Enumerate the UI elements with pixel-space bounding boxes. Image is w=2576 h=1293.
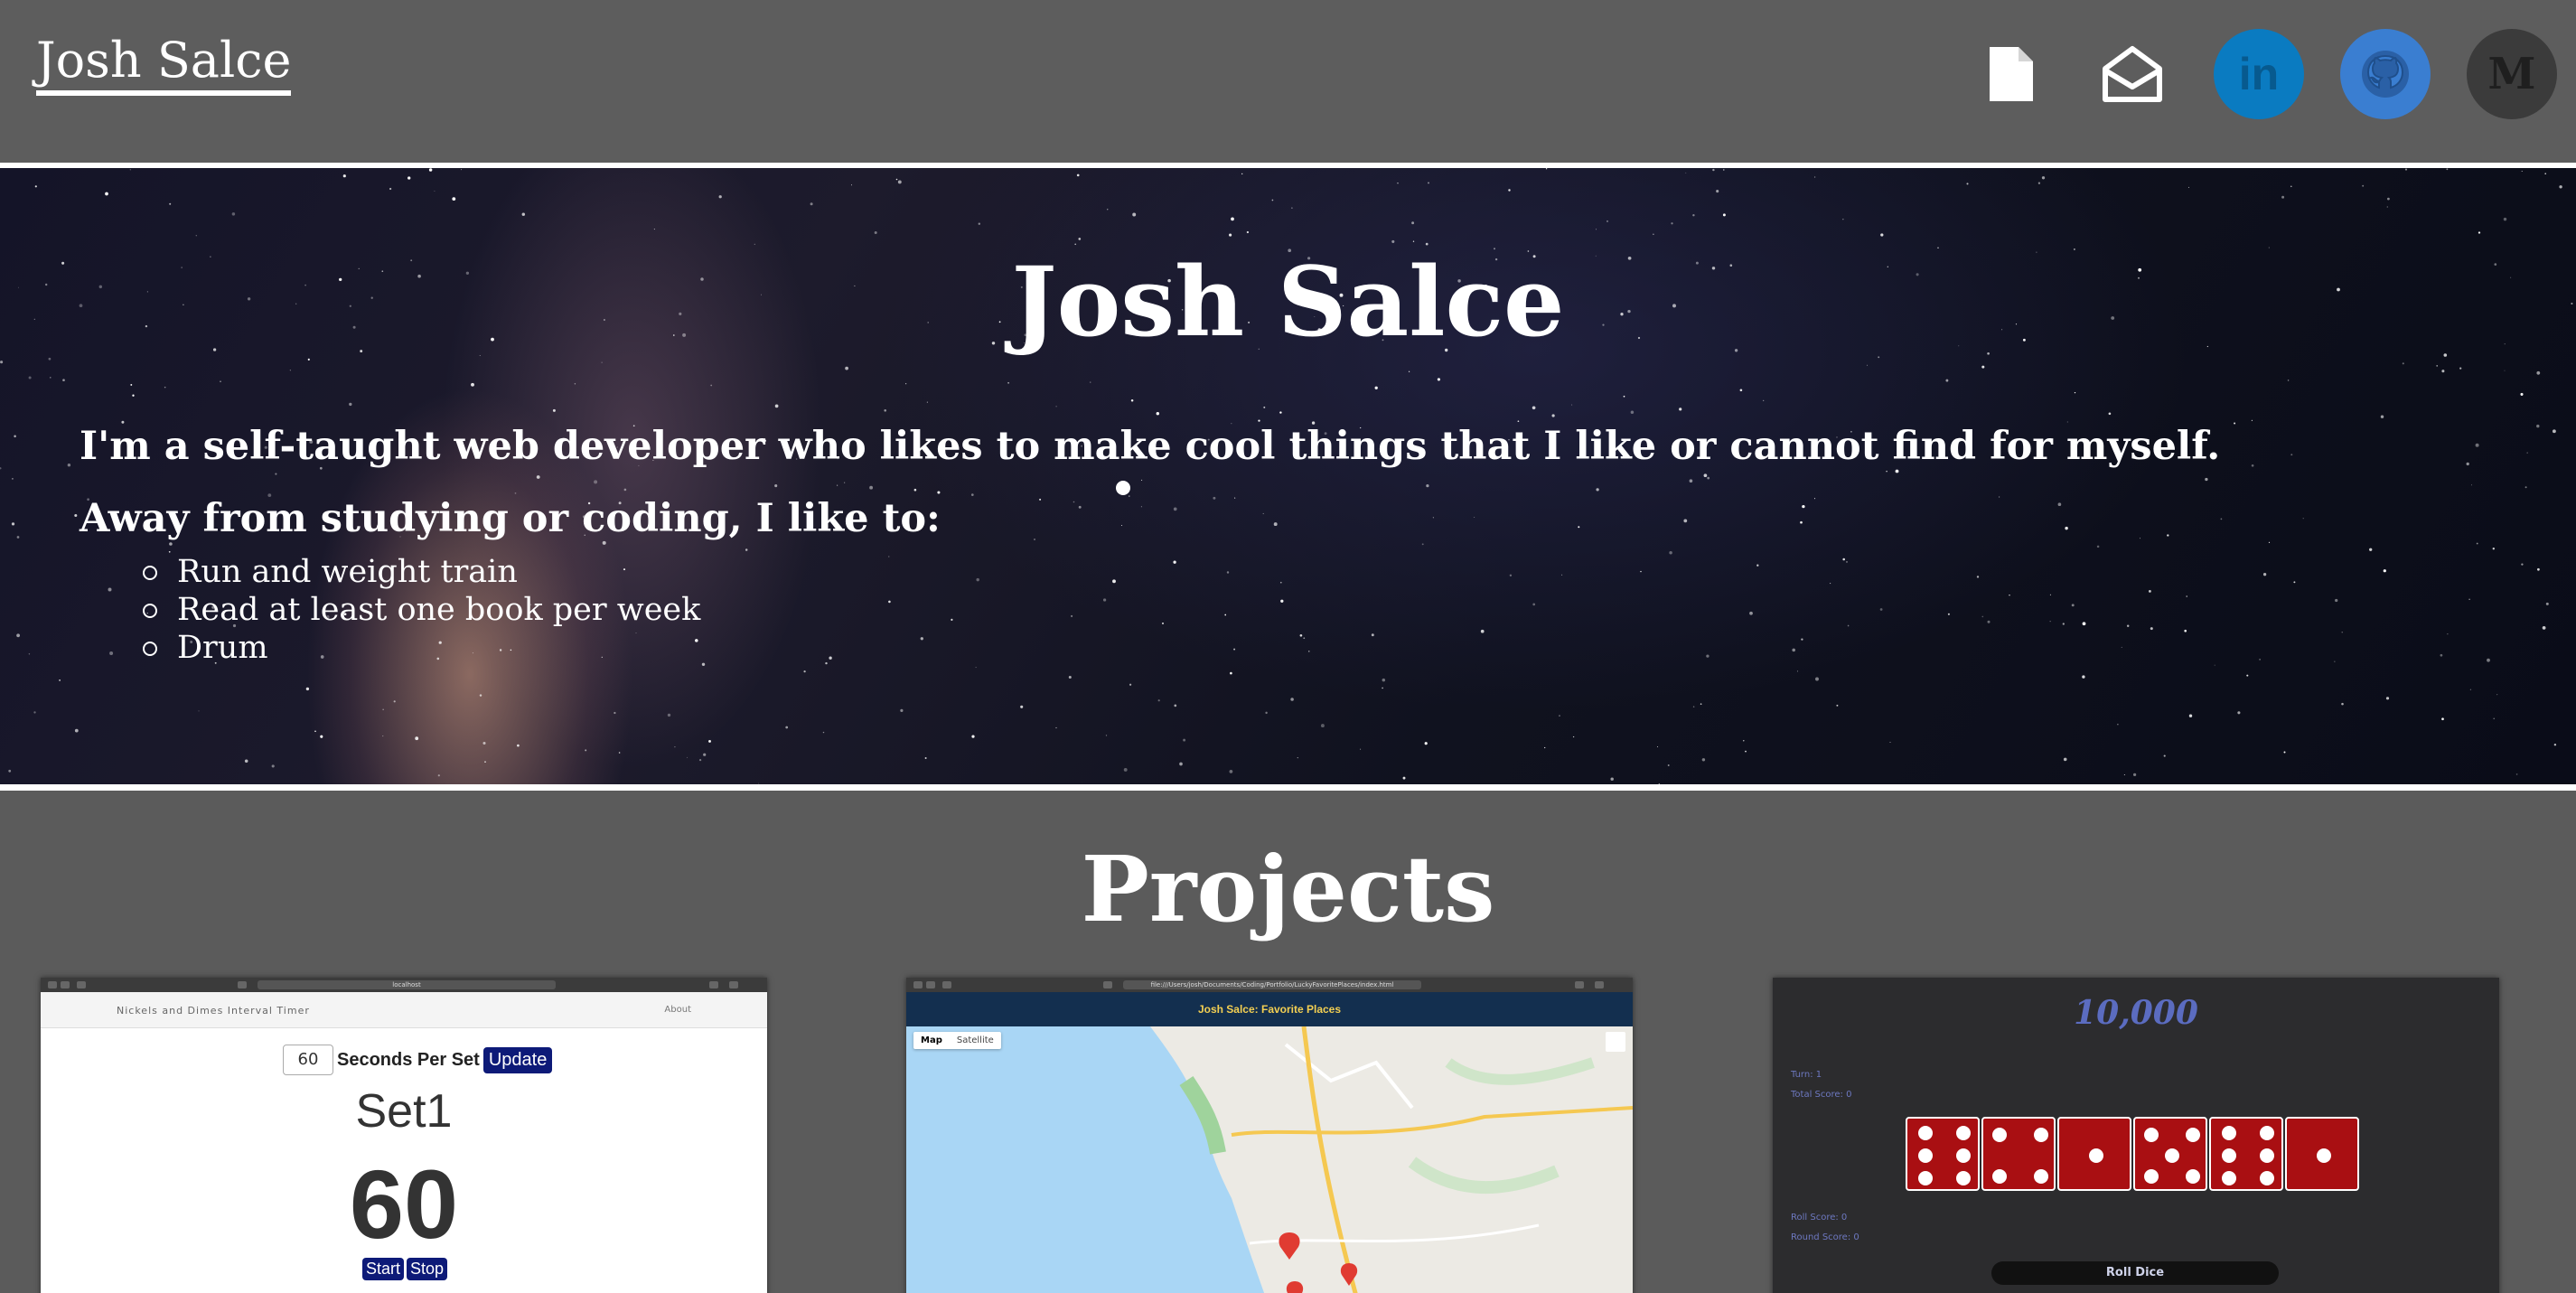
round-score-label: Round Score: 0 [1791, 1232, 1859, 1242]
timer-about-link: About [664, 1005, 691, 1015]
start-button: Start [362, 1258, 405, 1280]
hobby-item: Read at least one book per week [142, 592, 701, 628]
resume-icon[interactable] [1966, 29, 2056, 119]
map-type-toggle: Map Satellite [913, 1032, 1001, 1049]
hero-title: Josh Salce [1011, 245, 1565, 358]
medium-label: M [2487, 49, 2536, 99]
brand-link[interactable]: Josh Salce [36, 33, 292, 96]
fullscreen-icon [1606, 1032, 1625, 1052]
die-5 [2133, 1117, 2207, 1191]
seconds-label: Seconds Per Set [337, 1049, 480, 1070]
hobby-item: Run and weight train [142, 553, 700, 591]
project-card-timer[interactable]: localhost Nickels and Dimes Interval Tim… [41, 978, 767, 1293]
map-type-map: Map [921, 1035, 942, 1045]
linkedin-icon[interactable]: in [2214, 29, 2304, 119]
email-icon[interactable] [2087, 29, 2178, 119]
die-6 [2209, 1117, 2283, 1191]
dice-game-title: 10,000 [2074, 994, 2198, 1032]
project-card-map[interactable]: file:///Users/josh/Documents/Coding/Port… [906, 978, 1633, 1293]
timer-navbar: Nickels and Dimes Interval Timer About [41, 992, 767, 1028]
linkedin-label: in [2238, 49, 2280, 99]
hobby-item: Drum [142, 629, 700, 667]
set-label: Set1 [355, 1085, 453, 1138]
timer-controls: Start Stop [362, 1258, 448, 1280]
browser-toolbar: localhost [41, 978, 767, 992]
browser-url: file:///Users/josh/Documents/Coding/Port… [1123, 980, 1421, 989]
map-view: Map Satellite [906, 1026, 1633, 1293]
timer-settings-row: 60 Seconds Per Set Update [283, 1045, 553, 1075]
browser-url: localhost [258, 980, 556, 989]
hero-intro: I'm a self-taught web developer who like… [80, 424, 2221, 469]
github-icon[interactable] [2340, 29, 2431, 119]
hero-border: Josh Salce I'm a self-taught web develop… [0, 163, 2576, 791]
die-1 [2057, 1117, 2131, 1191]
hobby-list: Run and weight train Read at least one b… [142, 553, 701, 667]
roll-score-label: Roll Score: 0 [1791, 1213, 1848, 1223]
stop-button: Stop [407, 1258, 448, 1280]
seconds-input: 60 [283, 1045, 333, 1075]
die-1 [2285, 1117, 2359, 1191]
die-6 [1906, 1117, 1980, 1191]
hero-banner: Josh Salce I'm a self-taught web develop… [0, 168, 2576, 784]
update-button: Update [482, 1046, 553, 1073]
turn-label: Turn: 1 [1791, 1070, 1822, 1080]
map-type-satellite: Satellite [956, 1035, 994, 1045]
projects-title: Projects [1081, 836, 1495, 942]
die-4 [1981, 1117, 2056, 1191]
total-score-label: Total Score: 0 [1791, 1090, 1852, 1100]
hobbies-heading: Away from studying or coding, I like to: [80, 496, 941, 541]
map-graphic [1150, 1026, 1633, 1293]
project-card-dice[interactable]: 10,000 Turn: 1 Total Score: 0 Roll Score… [1773, 978, 2499, 1293]
countdown-value: 60 [349, 1149, 459, 1259]
dice-row [1906, 1117, 2359, 1191]
browser-toolbar: file:///Users/josh/Documents/Coding/Port… [906, 978, 1633, 992]
timer-brand: Nickels and Dimes Interval Timer [117, 1005, 310, 1017]
roll-dice-button: Roll Dice [1991, 1261, 2279, 1285]
bright-star [1116, 481, 1130, 495]
navbar: Josh Salce in M [0, 0, 2576, 163]
map-header: Josh Salce: Favorite Places [906, 992, 1633, 1026]
medium-icon[interactable]: M [2467, 29, 2557, 119]
